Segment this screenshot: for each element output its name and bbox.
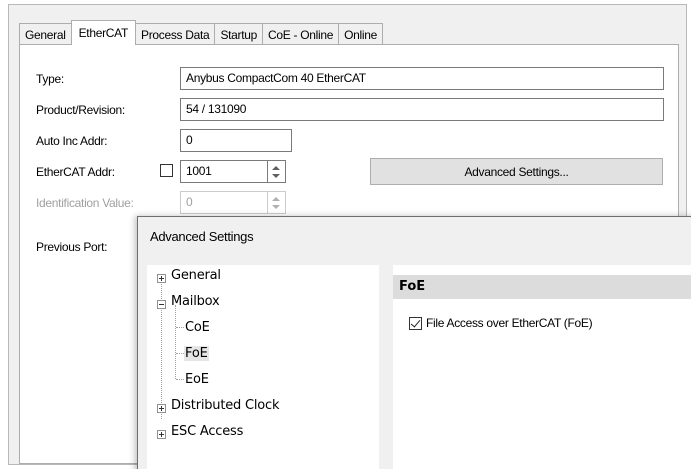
type-label: Type: bbox=[36, 72, 64, 86]
expand-plus-icon[interactable] bbox=[157, 430, 166, 439]
ethercat-addr-checkbox[interactable] bbox=[160, 164, 173, 177]
spin-up-icon bbox=[272, 166, 280, 170]
tab-process-data[interactable]: Process Data bbox=[135, 23, 216, 45]
tree-node-coe[interactable]: CoE bbox=[185, 320, 210, 335]
collapse-minus-icon[interactable] bbox=[157, 300, 166, 309]
advanced-settings-dialog: Advanced Settings General Mailbox CoE Fo… bbox=[137, 216, 691, 469]
tree-node-general[interactable]: General bbox=[171, 268, 221, 283]
spin-up-icon bbox=[272, 197, 280, 201]
product-revision-label: Product/Revision: bbox=[36, 103, 125, 117]
tree-connector bbox=[176, 379, 184, 380]
auto-inc-addr-label: Auto Inc Addr: bbox=[36, 134, 108, 148]
tree-node-eoe[interactable]: EoE bbox=[185, 372, 209, 387]
tab-ethercat[interactable]: EtherCAT bbox=[70, 20, 136, 45]
previous-port-label: Previous Port: bbox=[36, 240, 108, 254]
dialog-title: Advanced Settings bbox=[150, 229, 254, 244]
expand-plus-icon[interactable] bbox=[157, 404, 166, 413]
spin-down-icon bbox=[272, 174, 280, 178]
spin-down-icon bbox=[272, 205, 280, 209]
identification-value-spinner[interactable] bbox=[268, 191, 286, 214]
tree-node-distributed-clock[interactable]: Distributed Clock bbox=[171, 398, 280, 413]
foe-checkbox-row[interactable]: File Access over EtherCAT (FoE) bbox=[409, 316, 593, 330]
foe-checkbox-label: File Access over EtherCAT (FoE) bbox=[426, 316, 593, 330]
expand-plus-icon[interactable] bbox=[157, 274, 166, 283]
advanced-settings-button[interactable]: Advanced Settings... bbox=[370, 158, 663, 185]
tab-coe-online[interactable]: CoE - Online bbox=[262, 23, 340, 45]
tree-connector bbox=[176, 327, 184, 328]
tree-node-mailbox[interactable]: Mailbox bbox=[171, 294, 220, 309]
tab-strip: General EtherCAT Process Data Startup Co… bbox=[19, 20, 384, 45]
tree-node-esc-access[interactable]: ESC Access bbox=[171, 424, 243, 439]
identification-value-field[interactable]: 0 bbox=[180, 191, 268, 214]
ethercat-addr-label: EtherCAT Addr: bbox=[36, 165, 115, 179]
tab-startup[interactable]: Startup bbox=[214, 23, 264, 45]
tree-connector bbox=[161, 277, 162, 419]
panel-header: FoE bbox=[393, 275, 691, 299]
tree-node-foe[interactable]: FoE bbox=[184, 346, 209, 361]
ethercat-addr-field[interactable]: 1001 bbox=[180, 160, 268, 183]
product-revision-field[interactable]: 54 / 131090 bbox=[180, 98, 664, 121]
auto-inc-addr-field[interactable]: 0 bbox=[180, 129, 292, 152]
identification-value-label: Identification Value: bbox=[36, 196, 134, 210]
type-field[interactable]: Anybus CompactCom 40 EtherCAT bbox=[180, 67, 664, 90]
tab-general[interactable]: General bbox=[19, 23, 72, 45]
tree-connector bbox=[175, 305, 176, 379]
foe-checkbox[interactable] bbox=[409, 316, 422, 330]
settings-tree: General Mailbox CoE FoE EoE Distributed … bbox=[147, 265, 379, 469]
ethercat-addr-spinner[interactable] bbox=[268, 160, 286, 183]
settings-detail-panel: FoE File Access over EtherCAT (FoE) bbox=[393, 265, 691, 469]
tab-online[interactable]: Online bbox=[338, 23, 384, 45]
tree-connector bbox=[176, 353, 184, 354]
